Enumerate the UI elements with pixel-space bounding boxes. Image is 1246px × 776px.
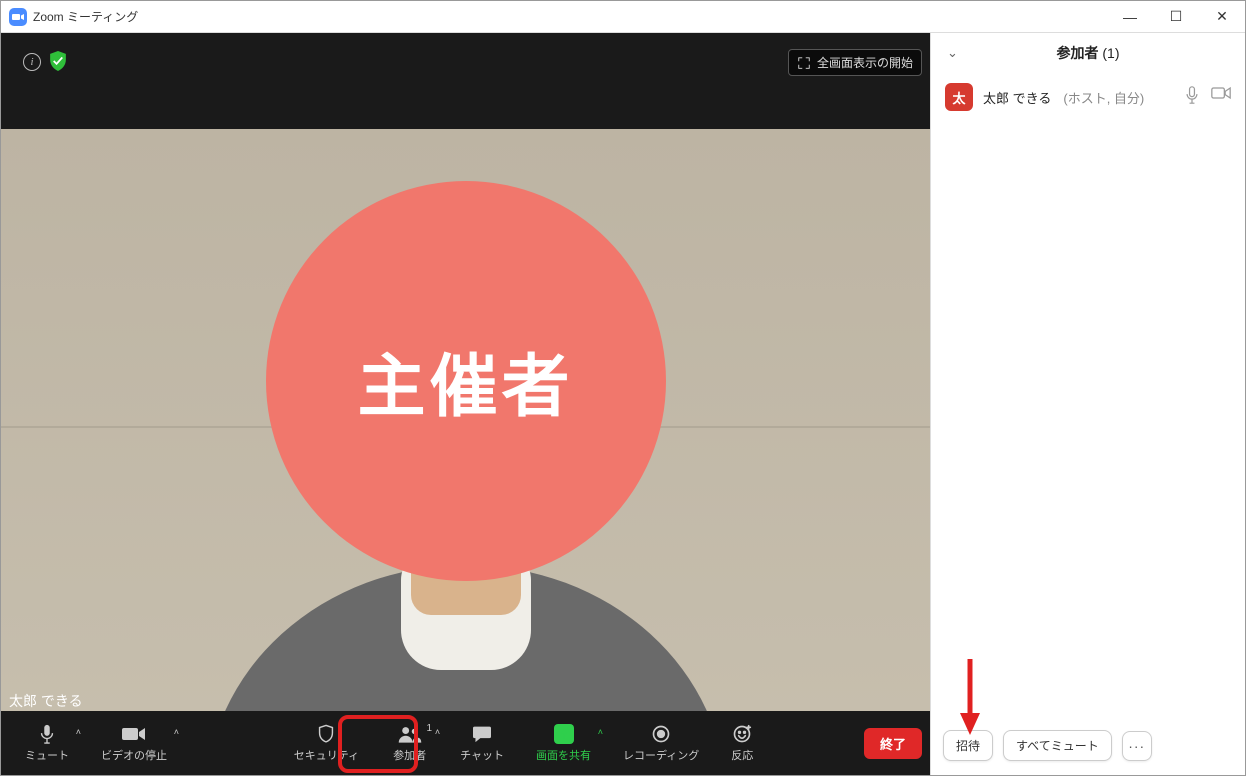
meeting-info-icon[interactable]: i (23, 53, 41, 71)
record-button[interactable]: レコーディング (607, 717, 715, 769)
record-icon (651, 723, 671, 745)
encryption-shield-icon[interactable] (49, 51, 67, 76)
microphone-icon (39, 723, 55, 745)
chevron-up-icon[interactable]: ˄ (598, 727, 603, 737)
camera-icon (122, 723, 146, 745)
share-screen-button[interactable]: 画面を共有 ˄ (520, 717, 607, 769)
participant-row[interactable]: 太 太郎 できる (ホスト, 自分) (931, 73, 1245, 121)
panel-header: ⌄ 参加者 (1) (931, 33, 1245, 73)
minimize-button[interactable]: ― (1107, 1, 1153, 33)
chat-icon (472, 723, 492, 745)
host-overlay-circle: 主催者 (266, 181, 666, 581)
panel-footer: 招待 すべてミュート ··· (931, 720, 1245, 775)
reactions-button[interactable]: 反応 (715, 717, 769, 769)
camera-icon[interactable] (1211, 86, 1231, 109)
titlebar: Zoom ミーティング ― ☐ ✕ (1, 1, 1245, 33)
participants-button[interactable]: 参加者 1 ˄ (375, 717, 444, 769)
smiley-icon (732, 723, 752, 745)
close-button[interactable]: ✕ (1199, 1, 1245, 33)
maximize-button[interactable]: ☐ (1153, 1, 1199, 33)
end-meeting-button[interactable]: 終了 (864, 728, 922, 759)
microphone-icon[interactable] (1185, 86, 1199, 109)
avatar: 太 (945, 83, 973, 111)
panel-title: 参加者 (1) (1056, 43, 1119, 63)
chevron-up-icon[interactable]: ˄ (174, 727, 179, 737)
participant-name: 太郎 できる (983, 88, 1051, 107)
invite-button[interactable]: 招待 (943, 730, 993, 761)
security-button[interactable]: セキュリティ (278, 717, 375, 769)
meeting-toolbar: ミュート ˄ ビデオの停止 ˄ セキュリティ 参加者 1 ˄ (1, 711, 930, 775)
chat-button[interactable]: チャット (444, 717, 520, 769)
content: i 全画面表示の開始 主催者 (1, 33, 1245, 775)
participants-panel: ⌄ 参加者 (1) 太 太郎 できる (ホスト, 自分) 招待 すべてミュート (930, 33, 1245, 775)
stop-video-button[interactable]: ビデオの停止 ˄ (85, 717, 183, 769)
video-top-bar: i 全画面表示の開始 (1, 33, 930, 129)
participant-meta: (ホスト, 自分) (1063, 88, 1144, 107)
enter-fullscreen-button[interactable]: 全画面表示の開始 (788, 49, 922, 76)
window-title: Zoom ミーティング (33, 8, 138, 25)
shield-icon (317, 723, 335, 745)
zoom-app-icon (9, 8, 27, 26)
people-icon (397, 723, 423, 745)
self-name-label: 太郎 できる (7, 689, 85, 713)
chevron-up-icon[interactable]: ˄ (435, 727, 440, 737)
chevron-up-icon[interactable]: ˄ (76, 727, 81, 737)
participants-count: 1 (427, 723, 433, 734)
collapse-panel-icon[interactable]: ⌄ (947, 45, 958, 61)
share-icon (554, 723, 574, 745)
mute-button[interactable]: ミュート ˄ (9, 717, 85, 769)
mute-all-button[interactable]: すべてミュート (1003, 730, 1112, 761)
fullscreen-label: 全画面表示の開始 (817, 54, 913, 71)
annotation-arrow-icon (957, 657, 983, 737)
host-overlay-text: 主催者 (357, 331, 573, 430)
self-video: 主催者 (1, 129, 930, 775)
app-window: Zoom ミーティング ― ☐ ✕ i 全画面表示の開始 (0, 0, 1246, 776)
video-area: i 全画面表示の開始 主催者 (1, 33, 930, 775)
more-options-button[interactable]: ··· (1122, 731, 1152, 761)
window-controls: ― ☐ ✕ (1107, 1, 1245, 33)
